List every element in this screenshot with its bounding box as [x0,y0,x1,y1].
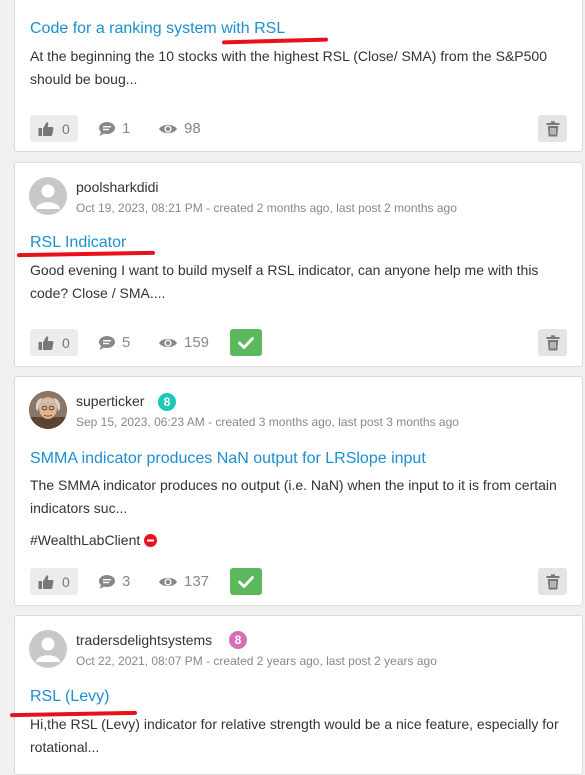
user-icon [29,630,67,668]
post-meta: Oct 22, 2021, 08:07 PM - created 2 years… [76,654,437,668]
eye-icon [158,122,178,136]
comment-count: 5 [122,334,131,351]
post-tag[interactable]: #WealthLabClient [30,532,158,548]
remove-tag-icon[interactable] [144,533,158,547]
thumbs-up-icon [38,574,54,590]
delete-button[interactable] [538,329,567,356]
like-button[interactable]: 0 [30,329,78,356]
trash-icon [546,335,560,351]
post-excerpt: Hi,the RSL (Levy) indicator for relative… [30,716,559,755]
views-stat: 98 [158,120,201,137]
tag-label: #WealthLabClient [30,532,141,548]
trash-icon [546,574,560,590]
post-title-link[interactable]: RSL Indicator [30,234,126,252]
delete-button[interactable] [538,568,567,595]
like-count: 0 [62,120,70,137]
post-title-link[interactable]: RSL (Levy) [30,688,109,706]
trash-icon [546,121,560,137]
eye-icon [158,336,178,350]
like-count: 0 [62,334,70,351]
accepted-answer-button[interactable] [230,329,262,356]
username-link[interactable]: tradersdelightsystems [76,632,212,648]
post-card: Code for a ranking system with RSL At th… [14,0,583,152]
comment-count: 3 [122,573,131,590]
views-stat: 159 [158,334,209,351]
post-meta: Sep 15, 2023, 06:23 AM - created 3 month… [76,415,459,429]
like-button[interactable]: 0 [30,115,78,142]
post-card: tradersdelightsystems 8 Oct 22, 2021, 08… [14,615,583,775]
comment-icon [98,574,116,590]
avatar[interactable] [29,177,67,215]
view-count: 98 [184,120,201,137]
views-stat: 137 [158,573,209,590]
comments-stat[interactable]: 1 [98,120,130,137]
comment-icon [98,121,116,137]
post-title-link[interactable]: Code for a ranking system with RSL [30,20,285,38]
comments-stat[interactable]: 5 [98,334,130,351]
eye-icon [158,575,178,589]
avatar[interactable] [29,391,67,429]
post-card: poolsharkdidi Oct 19, 2023, 08:21 PM - c… [14,162,583,367]
post-excerpt: The SMMA indicator produces no output (i… [30,477,557,516]
like-count: 0 [62,573,70,590]
user-icon [29,177,67,215]
post-excerpt: At the beginning the 10 stocks with the … [30,48,547,87]
check-icon [238,337,254,349]
user-photo [29,391,67,429]
view-count: 137 [184,573,210,590]
view-count: 159 [184,334,210,351]
comment-icon [98,335,116,351]
comment-count: 1 [122,120,131,137]
check-icon [238,576,254,588]
accepted-answer-button[interactable] [230,568,262,595]
post-excerpt: Good evening I want to build myself a RS… [30,262,539,301]
post-card: superticker 8 Sep 15, 2023, 06:23 AM - c… [14,376,583,606]
avatar[interactable] [29,630,67,668]
user-level-badge: 8 [158,393,176,411]
user-level-badge: 8 [229,631,247,649]
thumbs-up-icon [38,121,54,137]
username-link[interactable]: superticker [76,393,144,409]
like-button[interactable]: 0 [30,568,78,595]
post-meta: Oct 19, 2023, 08:21 PM - created 2 month… [76,201,457,215]
username-link[interactable]: poolsharkdidi [76,179,159,195]
comments-stat[interactable]: 3 [98,573,130,590]
post-title-link[interactable]: SMMA indicator produces NaN output for L… [30,450,426,468]
thumbs-up-icon [38,335,54,351]
delete-button[interactable] [538,115,567,142]
